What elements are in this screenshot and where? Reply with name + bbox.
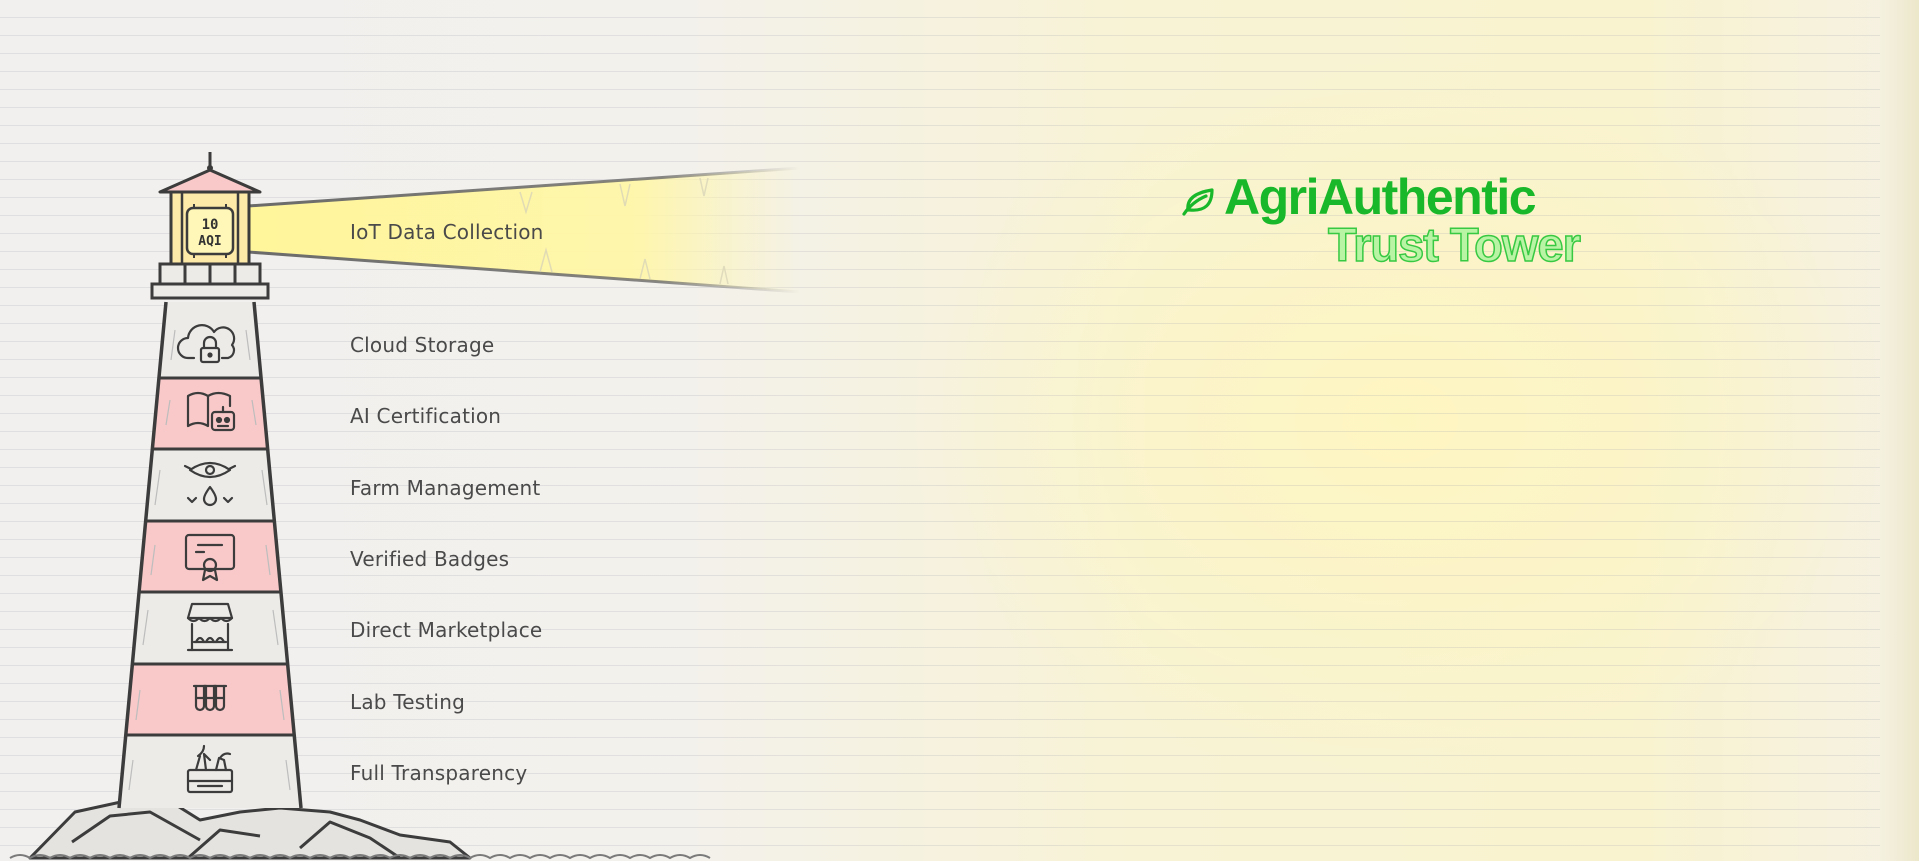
aqi-sensor-icon: 10 AQI — [185, 204, 235, 258]
layer-label-direct-marketplace: Direct Marketplace — [350, 618, 543, 642]
layer-label-verified-badges: Verified Badges — [350, 547, 510, 571]
brand-logo: AgriAuthentic Trust Tower — [1180, 168, 1620, 272]
gallery — [150, 262, 270, 300]
page: 10 AQI IoT Data Collection Cloud Storage… — [0, 0, 1919, 861]
leaf-icon — [1182, 188, 1214, 216]
aqi-unit: AQI — [198, 234, 221, 249]
brand-subtitle: Trust Tower — [1327, 217, 1581, 272]
layer-label-iot-data-collection: IoT Data Collection — [350, 220, 544, 244]
layer-label-farm-management: Farm Management — [350, 476, 541, 500]
layer-label-full-transparency: Full Transparency — [350, 761, 528, 785]
layer-label-ai-certification: AI Certification — [350, 404, 502, 428]
layer-label-cloud-storage: Cloud Storage — [350, 333, 495, 357]
layer-label-lab-testing: Lab Testing — [350, 690, 465, 714]
tower-body — [117, 301, 303, 809]
aqi-value: 10 — [202, 217, 219, 233]
lighthouse-diagram: 10 AQI — [9, 152, 801, 860]
